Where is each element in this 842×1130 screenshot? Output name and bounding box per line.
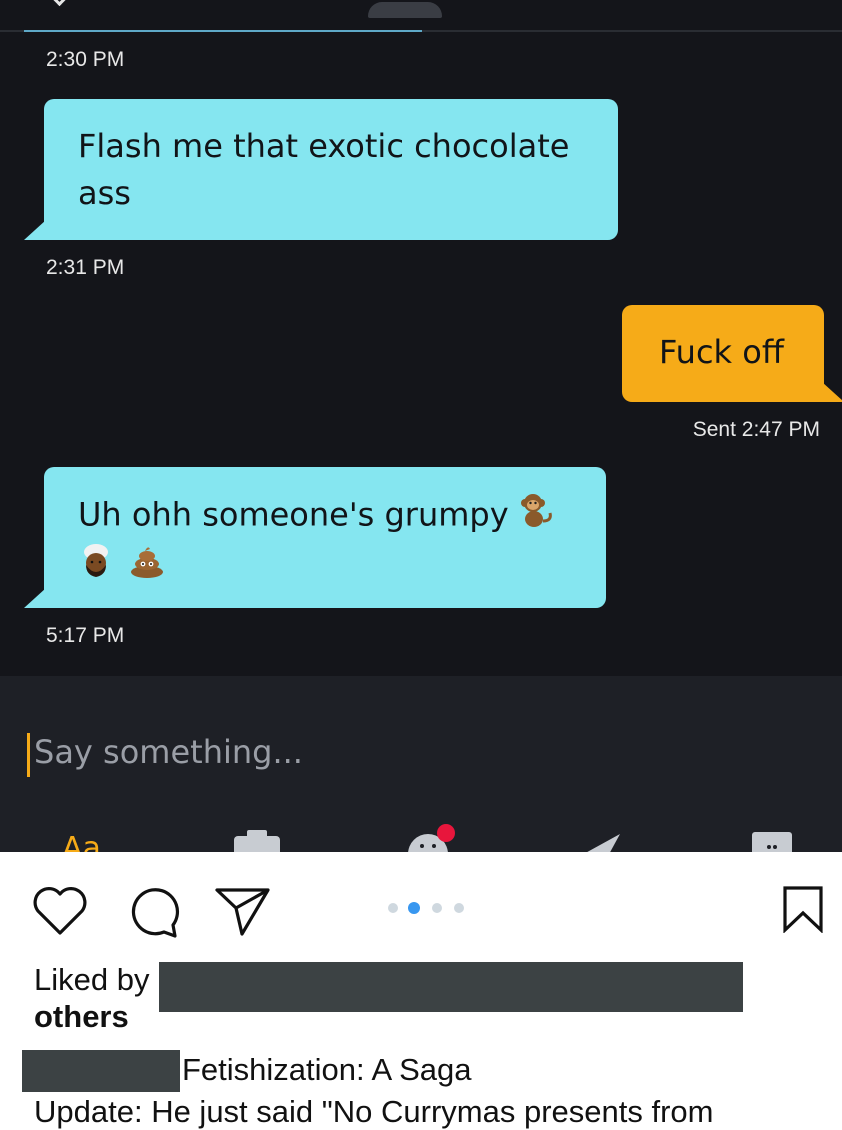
carousel-dot xyxy=(454,903,464,913)
text-cursor xyxy=(27,733,30,777)
message-text: Uh ohh someone's grumpy xyxy=(78,495,509,534)
redacted-author xyxy=(22,1050,180,1092)
likes-others-link[interactable]: others xyxy=(34,999,129,1035)
likes-prefix: Liked by xyxy=(34,962,150,997)
redacted-username xyxy=(159,962,743,1012)
caption-body: Update: He just said "No Currymas presen… xyxy=(34,1094,714,1129)
incoming-message-bubble[interactable]: Uh ohh someone's grumpy xyxy=(44,467,606,608)
font-icon[interactable]: Aa xyxy=(62,826,112,852)
message-timestamp: 2:31 PM xyxy=(46,256,125,279)
back-chevron-icon[interactable] xyxy=(48,0,71,7)
header-tab-indicator xyxy=(24,30,422,32)
instagram-post-footer: Liked by others Fetishization: A Saga Up… xyxy=(0,852,842,1129)
carousel-dot-active xyxy=(408,902,420,914)
outgoing-message-bubble[interactable]: Fuck off xyxy=(622,305,824,402)
carousel-dot xyxy=(432,903,442,913)
message-text: Flash me that exotic chocolate ass xyxy=(78,127,570,212)
message-text: Fuck off xyxy=(659,333,784,371)
bubble-tail xyxy=(24,220,46,240)
message-input[interactable]: Say something... xyxy=(34,733,303,771)
grid-icon[interactable] xyxy=(752,832,792,852)
profile-tab-icon[interactable] xyxy=(368,2,442,18)
comment-icon[interactable] xyxy=(124,885,180,943)
bubble-tail xyxy=(822,382,842,402)
bubble-tail xyxy=(24,588,46,608)
send-icon[interactable] xyxy=(578,826,624,852)
carousel-dot xyxy=(388,903,398,913)
monkey-icon xyxy=(519,491,555,542)
bookmark-icon[interactable] xyxy=(781,885,825,937)
message-timestamp: 2:30 PM xyxy=(46,48,125,71)
pile-of-poo-icon xyxy=(128,543,166,592)
camera-icon[interactable] xyxy=(232,826,282,852)
sticker-icon[interactable] xyxy=(404,820,462,852)
message-sent-status: Sent 2:47 PM xyxy=(692,418,820,441)
svg-text:Aa: Aa xyxy=(62,831,101,852)
share-icon[interactable] xyxy=(214,886,272,942)
like-heart-icon[interactable] xyxy=(32,886,88,940)
incoming-message-bubble[interactable]: Flash me that exotic chocolate ass xyxy=(44,99,618,240)
chat-screen: 2:30 PM Flash me that exotic chocolate a… xyxy=(0,0,842,852)
person-with-turban-icon xyxy=(78,543,114,592)
caption-title: Fetishization: A Saga xyxy=(182,1052,472,1087)
message-timestamp: 5:17 PM xyxy=(46,624,125,647)
